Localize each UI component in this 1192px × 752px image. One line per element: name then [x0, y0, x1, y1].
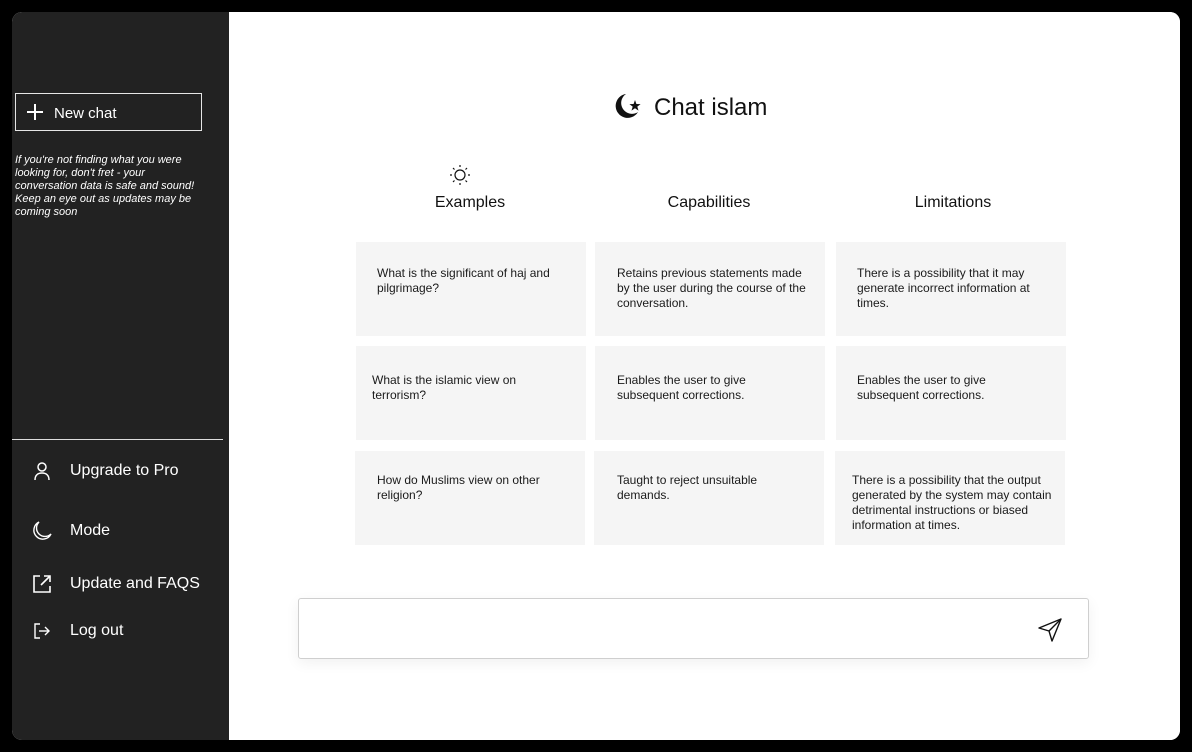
- column-heading-capabilities: Capabilities: [667, 194, 751, 211]
- sidebar-item-label: Update and FAQS: [70, 575, 200, 592]
- new-chat-button[interactable]: New chat: [15, 93, 202, 131]
- sidebar-item-logout[interactable]: Log out: [30, 618, 123, 644]
- sidebar-item-label: Log out: [70, 622, 124, 639]
- new-chat-label: New chat: [54, 105, 117, 122]
- sidebar-divider: [12, 439, 223, 440]
- card-text: Enables the user to give subsequent corr…: [857, 373, 986, 402]
- example-card[interactable]: What is the significant of haj and pilgr…: [356, 242, 586, 336]
- card-text: What is the islamic view on terrorism?: [372, 373, 517, 402]
- app-title-text: Chat islam: [654, 94, 768, 121]
- sidebar-item-mode[interactable]: Mode: [30, 518, 110, 544]
- sidebar-item-upgrade[interactable]: Upgrade to Pro: [30, 458, 179, 484]
- main-area: Chat islam Examples Capabilities Limitat…: [229, 12, 1180, 740]
- moon-icon: [30, 519, 54, 543]
- card-text: Enables the user to give subsequent corr…: [617, 373, 746, 402]
- card-text: Taught to reject unsuitable demands.: [617, 473, 758, 502]
- user-icon: [30, 459, 54, 483]
- capability-card: Enables the user to give subsequent corr…: [595, 346, 825, 440]
- sidebar-item-label: Upgrade to Pro: [70, 462, 179, 479]
- plus-icon: [27, 104, 43, 120]
- app-screen: New chat If you're not finding what you …: [12, 12, 1180, 740]
- send-icon[interactable]: [1037, 617, 1063, 643]
- capability-card: Taught to reject unsuitable demands.: [594, 451, 824, 545]
- sidebar: New chat If you're not finding what you …: [12, 12, 229, 740]
- card-text: There is a possibility that it may gener…: [857, 266, 1030, 310]
- column-heading-limitations: Limitations: [914, 194, 992, 211]
- example-card[interactable]: What is the islamic view on terrorism?: [356, 346, 586, 440]
- app-title: Chat islam: [612, 92, 767, 124]
- limitation-card: There is a possibility that it may gener…: [836, 242, 1066, 336]
- card-text: Retains previous statements made by the …: [617, 266, 806, 310]
- crescent-star-icon: [612, 91, 644, 126]
- limitation-card: There is a possibility that the output g…: [835, 451, 1065, 545]
- device-frame: New chat If you're not finding what you …: [0, 0, 1192, 752]
- logout-icon: [30, 619, 54, 643]
- limitation-card: Enables the user to give subsequent corr…: [836, 346, 1066, 440]
- sidebar-item-label: Mode: [70, 522, 111, 539]
- sidebar-item-faqs[interactable]: Update and FAQS: [30, 571, 200, 597]
- message-composer: [298, 598, 1089, 659]
- column-heading-examples: Examples: [434, 194, 506, 211]
- card-text: How do Muslims view on other religion?: [377, 473, 540, 502]
- capability-card: Retains previous statements made by the …: [595, 242, 825, 336]
- message-input[interactable]: [313, 615, 1017, 645]
- card-text: What is the significant of haj and pilgr…: [377, 266, 550, 295]
- sidebar-notice: If you're not finding what you were look…: [15, 154, 195, 218]
- card-text: There is a possibility that the output g…: [852, 473, 1052, 532]
- sun-icon: [449, 164, 471, 186]
- external-link-icon: [30, 572, 54, 596]
- example-card[interactable]: How do Muslims view on other religion?: [355, 451, 585, 545]
